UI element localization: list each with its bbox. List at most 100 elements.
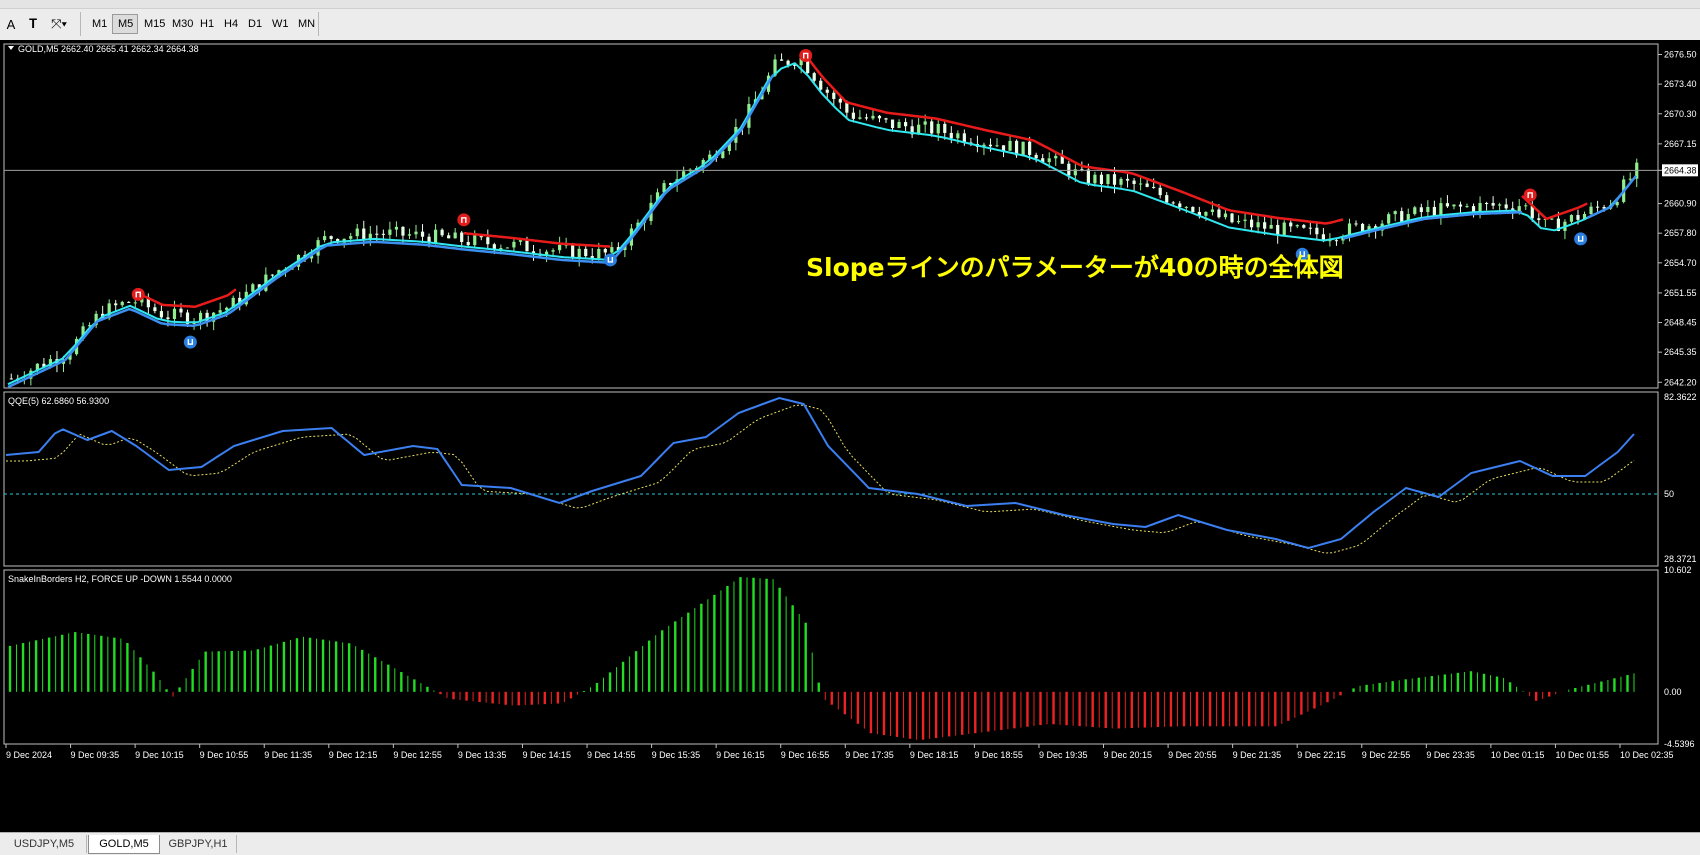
price-axis-label: 2642.20 xyxy=(1664,377,1697,387)
chart-window[interactable]: 2676.50 2673.40 2670.30 2667.15 2664.38 2660.… xyxy=(0,40,1700,832)
candle-body xyxy=(114,303,118,306)
time-axis-label: 9 Dec 18:55 xyxy=(974,750,1023,760)
candle-body xyxy=(133,302,137,304)
snake-indicator-panel xyxy=(8,577,1635,740)
time-axis-label: 9 Dec 2024 xyxy=(6,750,52,760)
timeframe-mn-button[interactable]: MN xyxy=(292,14,320,34)
candle-body xyxy=(1458,204,1463,207)
candle-body xyxy=(127,301,131,303)
time-axis-label: 9 Dec 16:55 xyxy=(781,750,830,760)
panel-frame xyxy=(3,569,1659,745)
candle-body xyxy=(838,98,842,103)
time-axis-label: 9 Dec 17:35 xyxy=(845,750,894,760)
fast-slope-line xyxy=(7,62,1637,386)
text-label-icon[interactable]: 𝐓 xyxy=(22,14,44,34)
candle-body xyxy=(812,73,816,81)
candle-body xyxy=(1249,219,1254,228)
candle-body xyxy=(420,231,425,237)
timeframe-w1-button[interactable]: W1 xyxy=(266,14,292,34)
candle-body xyxy=(525,240,529,252)
candle-body xyxy=(597,248,601,259)
time-axis-label: 9 Dec 15:35 xyxy=(652,750,701,760)
candle-body xyxy=(1132,180,1136,184)
snake-axis-label: 10.602 xyxy=(1664,565,1692,575)
slope-line-down xyxy=(137,288,237,309)
timeframe-m1-button[interactable]: M1 xyxy=(86,14,112,34)
candle-body xyxy=(1387,214,1391,224)
candle-body xyxy=(401,226,405,236)
candle-body xyxy=(1445,203,1450,207)
sell-signal-icon xyxy=(799,48,813,62)
candle-body xyxy=(1139,183,1143,185)
candle-body xyxy=(1112,174,1117,185)
candle-body xyxy=(1517,206,1521,212)
qqe-axis-label: 28.3721 xyxy=(1664,554,1697,564)
current-price-label: 2664.38 xyxy=(1664,165,1697,175)
qqe-axis-label: 82.3622 xyxy=(1664,392,1697,402)
buy-signal-icon xyxy=(183,335,197,349)
text-tool-button[interactable]: A xyxy=(0,14,22,34)
chart-tab[interactable]: GOLD,M5 xyxy=(88,835,160,854)
slope-line-up xyxy=(1586,175,1637,220)
chart-tab[interactable]: USDJPY,M5 xyxy=(2,835,87,853)
candle-body xyxy=(1471,206,1476,213)
candle-body xyxy=(1021,141,1025,156)
timeframe-m15-button[interactable]: M15 xyxy=(138,14,166,34)
candle-body xyxy=(1236,220,1241,223)
candle-body xyxy=(153,307,157,312)
candle-body xyxy=(1152,186,1156,188)
chart-tab[interactable]: GBPJPY,H1 xyxy=(160,835,237,853)
timeframe-h1-button[interactable]: H1 xyxy=(194,14,218,34)
candle-body xyxy=(871,115,875,119)
time-axis-label: 9 Dec 10:55 xyxy=(200,750,249,760)
candle-body xyxy=(120,301,124,306)
time-axis-label: 9 Dec 13:35 xyxy=(458,750,507,760)
candle-body xyxy=(440,229,444,236)
candle-body xyxy=(323,236,327,241)
price-axis-label: 2654.70 xyxy=(1664,258,1697,268)
price-axis-label: 2645.35 xyxy=(1664,347,1697,357)
panel-frame xyxy=(3,43,1659,389)
timeframe-m30-button[interactable]: M30 xyxy=(166,14,194,34)
timeframe-m5-button[interactable]: M5 xyxy=(112,14,138,34)
candle-body xyxy=(1354,223,1358,225)
time-axis-label: 10 Dec 01:55 xyxy=(1555,750,1609,760)
candle-body xyxy=(1145,183,1149,187)
candle-body xyxy=(1289,222,1293,227)
candle-body xyxy=(270,274,274,276)
time-axis-label: 9 Dec 22:55 xyxy=(1362,750,1411,760)
candle-body xyxy=(1047,158,1051,163)
candle-body xyxy=(460,232,464,242)
candle-body xyxy=(995,145,999,147)
arrows-tool-icon[interactable]: ⤧▾ xyxy=(48,14,70,34)
timeframe-h4-button[interactable]: H4 xyxy=(218,14,242,34)
price-axis-label: 2670.30 xyxy=(1664,109,1697,119)
candle-body xyxy=(551,250,555,252)
candle-body xyxy=(1001,145,1006,151)
candle-body xyxy=(1269,224,1273,229)
time-axis-label: 9 Dec 18:15 xyxy=(910,750,959,760)
candle-body xyxy=(1491,203,1495,206)
time-axis-label: 9 Dec 20:15 xyxy=(1104,750,1153,760)
candle-body xyxy=(1191,206,1195,212)
candle-body xyxy=(453,232,457,239)
chart-canvas[interactable]: 2676.50 2673.40 2670.30 2667.15 2664.38 2660.… xyxy=(0,40,1700,832)
buy-signal-icon xyxy=(603,253,617,267)
candle-body xyxy=(473,235,477,246)
candle-body xyxy=(407,234,412,236)
timeframe-d1-button[interactable]: D1 xyxy=(242,14,266,34)
candle-body xyxy=(930,121,934,134)
candle-body xyxy=(936,123,940,134)
collapse-triangle-icon[interactable] xyxy=(8,46,14,50)
candle-body xyxy=(1093,174,1097,184)
candle-body xyxy=(1628,178,1632,180)
candle-body xyxy=(1537,218,1541,220)
candle-body xyxy=(518,240,523,242)
candle-body xyxy=(447,235,451,239)
candle-body xyxy=(1569,215,1574,222)
candle-body xyxy=(1498,204,1502,206)
buy-signal-icon xyxy=(1574,232,1588,246)
candle-body xyxy=(956,133,960,139)
candle-body xyxy=(1119,178,1123,185)
candle-body xyxy=(1256,222,1260,228)
